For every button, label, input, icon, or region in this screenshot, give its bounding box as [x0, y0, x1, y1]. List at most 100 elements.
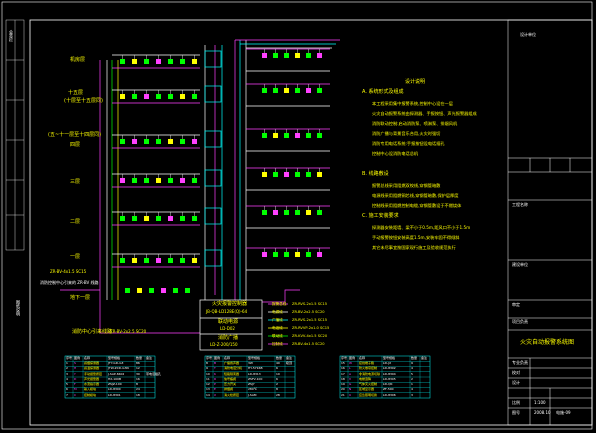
- detector-device: [306, 133, 311, 138]
- table-cell: 控制模块: [84, 392, 97, 397]
- design-note-line: 电源线采用阻燃铜芯线,穿钢管暗敷,保护层厚度: [372, 193, 459, 198]
- table-cell: B: [214, 361, 217, 365]
- table-header-cell: 图例: [74, 356, 81, 360]
- cable-legend-label: 控制线: [272, 341, 283, 346]
- table-cell: 280℃: [248, 387, 258, 392]
- detector-device: [262, 88, 267, 93]
- detector-device: [262, 172, 267, 177]
- panel-broadcast-model: LD-Z-200/150: [210, 342, 238, 347]
- detector-device: [295, 210, 300, 215]
- detector-device: [262, 252, 267, 257]
- detector-device: [120, 139, 125, 144]
- floor-label-2: 二层: [70, 219, 81, 225]
- table-cell: LD-JX: [383, 361, 392, 365]
- panel-model: JB-QB-LD128E(Q)-64: [206, 309, 248, 314]
- design-note-line: 其它未尽事宜按国家现行施工及验收规范执行: [372, 245, 456, 250]
- cable-legend-label: 广播线: [272, 317, 283, 322]
- design-note-line: 控制线采用阻燃控制电缆,穿钢管敷设于不燃烧体: [372, 203, 462, 208]
- cable-legend-spec: ZR-RVS-2x1.5 SC15: [292, 317, 328, 322]
- detector-device: [120, 178, 125, 183]
- detector-device: [284, 53, 289, 58]
- detector-device: [180, 258, 185, 263]
- detector-device: [180, 139, 185, 144]
- detector-device: [168, 139, 173, 144]
- detector-device: [144, 94, 149, 99]
- panel-power-model: LD-D02: [220, 326, 235, 331]
- detector-device: [317, 210, 322, 215]
- table-header-cell: 型号规格: [108, 356, 121, 360]
- table-cell: LD-8304: [383, 371, 396, 376]
- design-note-line: 控制中心设消防电话总机: [372, 151, 419, 156]
- detector-device: [295, 88, 300, 93]
- detector-device: [132, 216, 137, 221]
- table-cell: 排烟阀: [224, 387, 234, 392]
- table-cell: 10: [276, 371, 280, 376]
- table-cell: 5: [411, 371, 413, 376]
- table-cell: U: [349, 392, 352, 397]
- floor-label-4: 四层: [70, 142, 81, 148]
- detector-device: [156, 139, 161, 144]
- table-cell: 3: [411, 392, 413, 397]
- detector-device: [125, 288, 130, 293]
- table-cell: 19: [341, 382, 345, 386]
- table-cell: D: [74, 376, 77, 381]
- table-cell: K: [214, 371, 216, 376]
- design-note-line: 报警总线采用阻燃双绞线,穿钢管暗敷: [372, 183, 441, 188]
- table-cell: 输入模块: [84, 387, 97, 392]
- table-cell: JTY-GD-G3: [108, 361, 124, 365]
- table-cell: 水流指示器: [84, 382, 100, 386]
- detector-device: [168, 216, 173, 221]
- detector-device: [262, 210, 267, 215]
- table-cell: 区域显示器: [359, 387, 375, 392]
- design-note-line: 火灾自动报警系统由探测器、手报按钮、声光报警器组成: [372, 111, 477, 116]
- detector-device: [273, 88, 278, 93]
- table-cell: 信号蝶阀: [224, 376, 237, 381]
- table-cell: HY-5716B: [248, 366, 263, 371]
- table-cell: 防火卷帘控制: [359, 366, 378, 371]
- panel-title: 火灾报警控制器: [212, 301, 248, 307]
- design-notes-title: 设计说明: [405, 79, 426, 85]
- table-cell: ZSFV-100: [248, 376, 263, 381]
- detector-device: [192, 258, 197, 263]
- table-cell: 2: [276, 382, 278, 386]
- title-block-owner: 建设单位: [512, 262, 528, 267]
- junction-box: [204, 130, 222, 148]
- detector-device: [192, 216, 197, 221]
- junction-boxes: [204, 50, 222, 267]
- table-cell: 16: [136, 376, 140, 381]
- title-block-scale-label: 比例: [512, 400, 520, 405]
- table-cell: ZSJZ-100: [108, 382, 122, 386]
- table-cell: V: [349, 376, 352, 381]
- design-note-line: 消防广播与背景音乐合用,火灾时强切: [372, 131, 441, 136]
- detector-device: [273, 210, 278, 215]
- design-notes-section-c: C. 施工安装要求: [362, 213, 399, 219]
- table-cell: JTW-ZCD-G3N: [108, 366, 129, 371]
- table-cell: 气体灭火控制: [359, 382, 378, 386]
- table-cell: 8: [206, 361, 208, 365]
- detector-device: [168, 258, 173, 263]
- table-cell: H: [74, 366, 77, 371]
- detector-device: [144, 59, 149, 64]
- table-header-cell: 备注: [146, 356, 153, 360]
- table-cell: 28: [276, 392, 280, 397]
- detector-device: [192, 139, 197, 144]
- detector-device: [144, 139, 149, 144]
- table-cell: E: [214, 387, 216, 392]
- table-cell: 感温探测器: [84, 366, 100, 371]
- detector-device: [156, 178, 161, 183]
- detector-device: [306, 88, 311, 93]
- table-cell: 16: [341, 366, 345, 371]
- title-block-scale-value: 1:100: [534, 400, 546, 405]
- table-cell: P: [214, 382, 216, 386]
- detector-device: [306, 210, 311, 215]
- table-cell: 12: [136, 366, 140, 371]
- detector-device: [284, 88, 289, 93]
- detector-device: [284, 252, 289, 257]
- junction-box: [204, 169, 222, 187]
- detector-device: [192, 94, 197, 99]
- table-cell: C: [74, 392, 77, 397]
- left-vertical-caption: 图纸说明: [16, 300, 21, 316]
- detector-device: [180, 216, 185, 221]
- detector-device: [168, 178, 173, 183]
- detector-device: [317, 53, 322, 58]
